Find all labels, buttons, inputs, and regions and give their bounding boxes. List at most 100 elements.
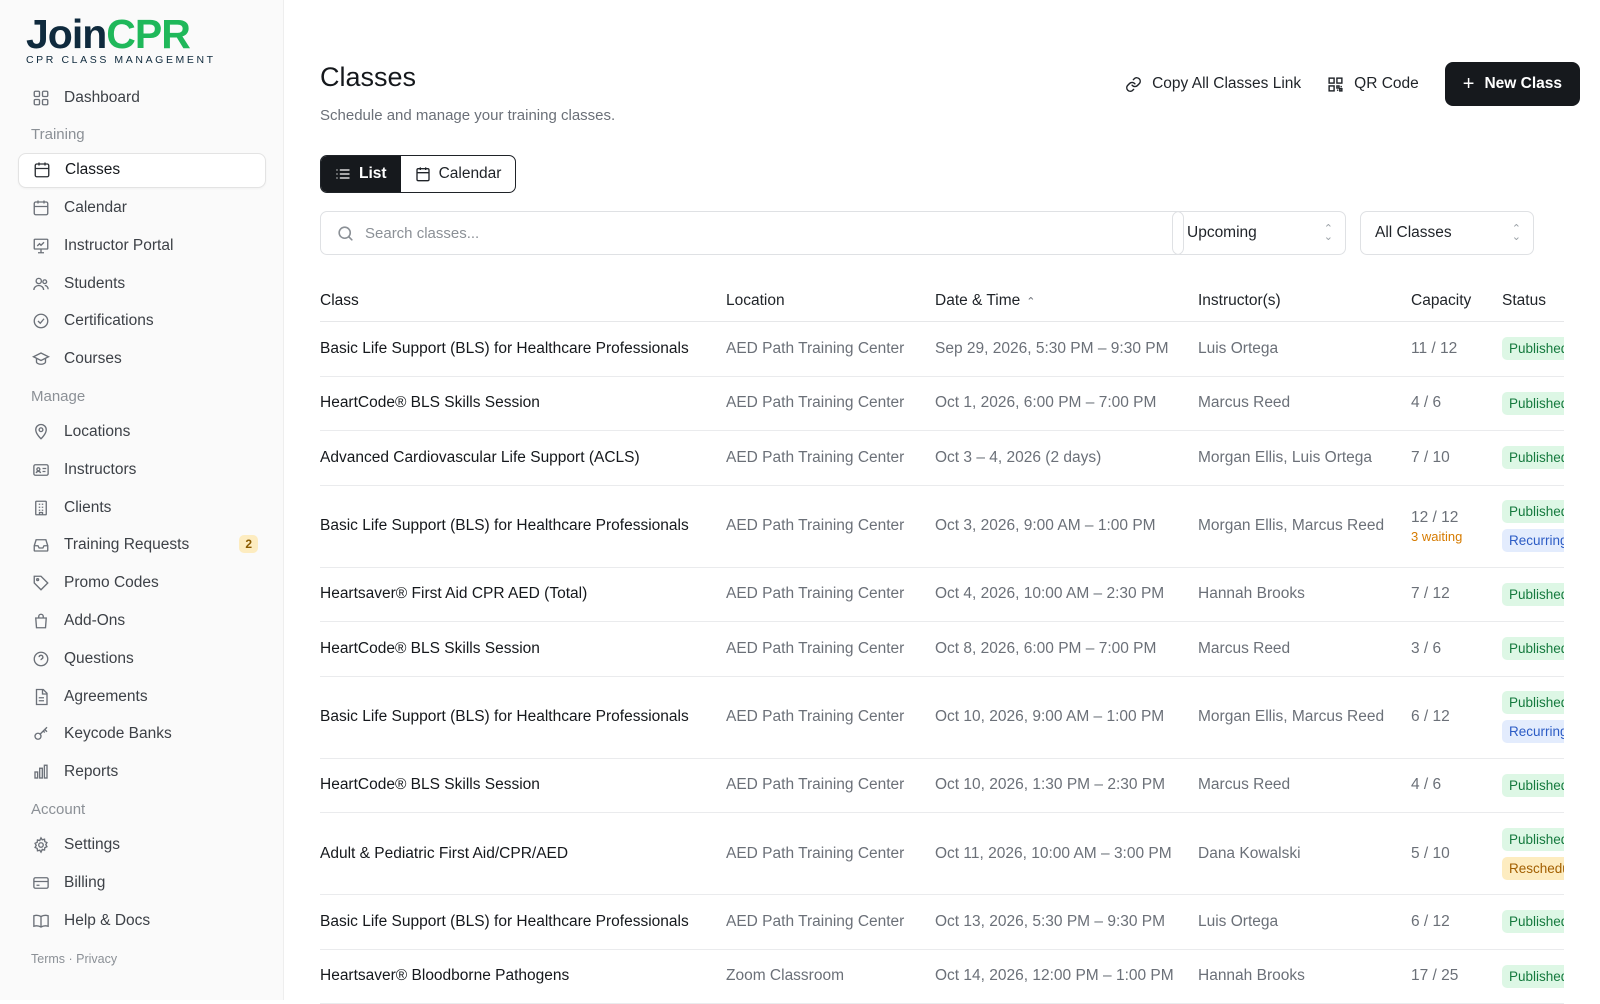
capacity-cell: 17 / 25 <box>1411 967 1502 985</box>
page-title: Classes <box>320 62 416 93</box>
sidebar-item-help-and-docs[interactable]: Help & Docs <box>18 903 266 938</box>
table-row[interactable]: Adult & Pediatric First Aid/CPR/AEDAED P… <box>320 813 1564 895</box>
sidebar-item-instructor-portal[interactable]: Instructor Portal <box>18 228 266 263</box>
sidebar-item-classes[interactable]: Classes <box>18 153 266 188</box>
copy-all-classes-link-button[interactable]: Copy All Classes Link <box>1125 75 1301 93</box>
sidebar-item-label: Billing <box>64 874 105 892</box>
status-badge: Published <box>1502 446 1564 469</box>
column-header-location[interactable]: Location <box>726 292 935 310</box>
class-name-cell[interactable]: Basic Life Support (BLS) for Healthcare … <box>320 913 726 931</box>
presentation-icon <box>32 237 50 255</box>
class-filter-select[interactable]: All Classes ⌃⌄ <box>1360 211 1534 255</box>
chevron-up-down-icon: ⌃⌄ <box>1324 225 1333 241</box>
sidebar-item-promo-codes[interactable]: Promo Codes <box>18 566 266 601</box>
location-cell: Zoom Classroom <box>726 967 935 985</box>
table-header: Class Location Date & Time⌃ Instructor(s… <box>320 280 1564 322</box>
table-row[interactable]: Heartsaver® Bloodborne PathogensZoom Cla… <box>320 950 1564 1004</box>
sidebar-item-instructors[interactable]: Instructors <box>18 452 266 487</box>
table-row[interactable]: Basic Life Support (BLS) for Healthcare … <box>320 322 1564 377</box>
plus-icon: + <box>1463 73 1475 96</box>
sidebar-item-training-requests[interactable]: Training Requests2 <box>18 528 266 563</box>
capacity-cell: 5 / 10 <box>1411 845 1502 863</box>
capacity-value: 17 / 25 <box>1411 967 1458 984</box>
location-cell: AED Path Training Center <box>726 845 935 863</box>
class-name-cell[interactable]: Advanced Cardiovascular Life Support (AC… <box>320 449 726 467</box>
qr-code-button[interactable]: QR Code <box>1327 75 1419 93</box>
table-row[interactable]: HeartCode® BLS Skills SessionAED Path Tr… <box>320 377 1564 432</box>
table-row[interactable]: Basic Life Support (BLS) for Healthcare … <box>320 677 1564 759</box>
sidebar-item-label: Agreements <box>64 688 148 706</box>
sidebar-item-label: Instructors <box>64 461 136 479</box>
column-header-status[interactable]: Status <box>1502 292 1564 310</box>
sidebar-item-label: Dashboard <box>64 89 140 107</box>
sidebar-item-courses[interactable]: Courses <box>18 342 266 377</box>
sidebar-item-questions[interactable]: Questions <box>18 641 266 676</box>
help-circle-icon <box>32 650 50 668</box>
sidebar-item-students[interactable]: Students <box>18 266 266 301</box>
sidebar-item-locations[interactable]: Locations <box>18 415 266 450</box>
status-cell: Published <box>1502 446 1564 469</box>
sidebar-item-reports[interactable]: Reports <box>18 755 266 790</box>
sidebar-item-add-ons[interactable]: Add-Ons <box>18 604 266 639</box>
table-row[interactable]: Basic Life Support (BLS) for Healthcare … <box>320 486 1564 568</box>
time-filter-select[interactable]: Upcoming ⌃⌄ <box>1172 211 1346 255</box>
location-cell: AED Path Training Center <box>726 708 935 726</box>
table-row[interactable]: Advanced Cardiovascular Life Support (AC… <box>320 431 1564 486</box>
table-row[interactable]: HeartCode® BLS Skills SessionAED Path Tr… <box>320 759 1564 814</box>
instructors-cell: Luis Ortega <box>1198 913 1411 931</box>
column-header-capacity[interactable]: Capacity <box>1411 292 1502 310</box>
class-name-cell[interactable]: Basic Life Support (BLS) for Healthcare … <box>320 708 726 726</box>
list-view-button[interactable]: List <box>321 156 401 192</box>
column-header-date-time[interactable]: Date & Time⌃ <box>935 292 1198 310</box>
classes-table: Class Location Date & Time⌃ Instructor(s… <box>320 280 1564 1004</box>
footer-links[interactable]: Terms · Privacy <box>31 952 117 966</box>
class-name-cell[interactable]: Basic Life Support (BLS) for Healthcare … <box>320 517 726 535</box>
graduation-cap-icon <box>32 350 50 368</box>
capacity-value: 4 / 6 <box>1411 776 1441 793</box>
sidebar-item-label: Questions <box>64 650 134 668</box>
class-name-cell[interactable]: HeartCode® BLS Skills Session <box>320 394 726 412</box>
table-row[interactable]: HeartCode® BLS Skills SessionAED Path Tr… <box>320 622 1564 677</box>
table-row[interactable]: Basic Life Support (BLS) for Healthcare … <box>320 895 1564 950</box>
sidebar-item-keycode-banks[interactable]: Keycode Banks <box>18 717 266 752</box>
class-name-cell[interactable]: Basic Life Support (BLS) for Healthcare … <box>320 340 726 358</box>
key-icon <box>32 725 50 743</box>
column-header-class[interactable]: Class <box>320 292 726 310</box>
date-time-cell: Oct 1, 2026, 6:00 PM – 7:00 PM <box>935 394 1198 412</box>
building-icon <box>32 499 50 517</box>
location-cell: AED Path Training Center <box>726 585 935 603</box>
sidebar-item-label: Reports <box>64 763 118 781</box>
brand-logo[interactable]: JoinCPR CPR CLASS MANAGEMENT <box>26 12 216 66</box>
sidebar-item-calendar[interactable]: Calendar <box>18 191 266 226</box>
check-circle-icon <box>32 312 50 330</box>
tag-icon <box>32 574 50 592</box>
date-time-cell: Oct 14, 2026, 12:00 PM – 1:00 PM <box>935 967 1198 985</box>
logo-tagline: CPR CLASS MANAGEMENT <box>26 54 216 66</box>
status-cell: PublishedRescheduled <box>1502 828 1564 880</box>
sidebar-item-agreements[interactable]: Agreements <box>18 679 266 714</box>
sidebar-item-label: Courses <box>64 350 122 368</box>
status-badge: Recurring <box>1502 720 1564 743</box>
sidebar-item-settings[interactable]: Settings <box>18 828 266 863</box>
capacity-cell: 12 / 123 waiting <box>1411 509 1502 544</box>
class-name-cell[interactable]: Heartsaver® Bloodborne Pathogens <box>320 967 726 985</box>
status-badge: Published <box>1502 392 1564 415</box>
capacity-value: 3 / 6 <box>1411 640 1441 657</box>
sidebar-item-dashboard[interactable]: Dashboard <box>18 80 266 115</box>
new-class-button[interactable]: + New Class <box>1445 62 1580 106</box>
search-input[interactable] <box>365 225 1145 242</box>
list-view-label: List <box>359 165 387 183</box>
class-name-cell[interactable]: HeartCode® BLS Skills Session <box>320 776 726 794</box>
class-name-cell[interactable]: Heartsaver® First Aid CPR AED (Total) <box>320 585 726 603</box>
sidebar-item-certifications[interactable]: Certifications <box>18 304 266 339</box>
calendar-view-button[interactable]: Calendar <box>401 156 516 192</box>
table-row[interactable]: Heartsaver® First Aid CPR AED (Total)AED… <box>320 568 1564 623</box>
class-name-cell[interactable]: Adult & Pediatric First Aid/CPR/AED <box>320 845 726 863</box>
sidebar-item-clients[interactable]: Clients <box>18 490 266 525</box>
column-header-instructors[interactable]: Instructor(s) <box>1198 292 1411 310</box>
date-time-cell: Oct 4, 2026, 10:00 AM – 2:30 PM <box>935 585 1198 603</box>
sidebar-section-account: Account <box>18 793 266 826</box>
sidebar-item-billing[interactable]: Billing <box>18 865 266 900</box>
date-time-cell: Oct 8, 2026, 6:00 PM – 7:00 PM <box>935 640 1198 658</box>
class-name-cell[interactable]: HeartCode® BLS Skills Session <box>320 640 726 658</box>
